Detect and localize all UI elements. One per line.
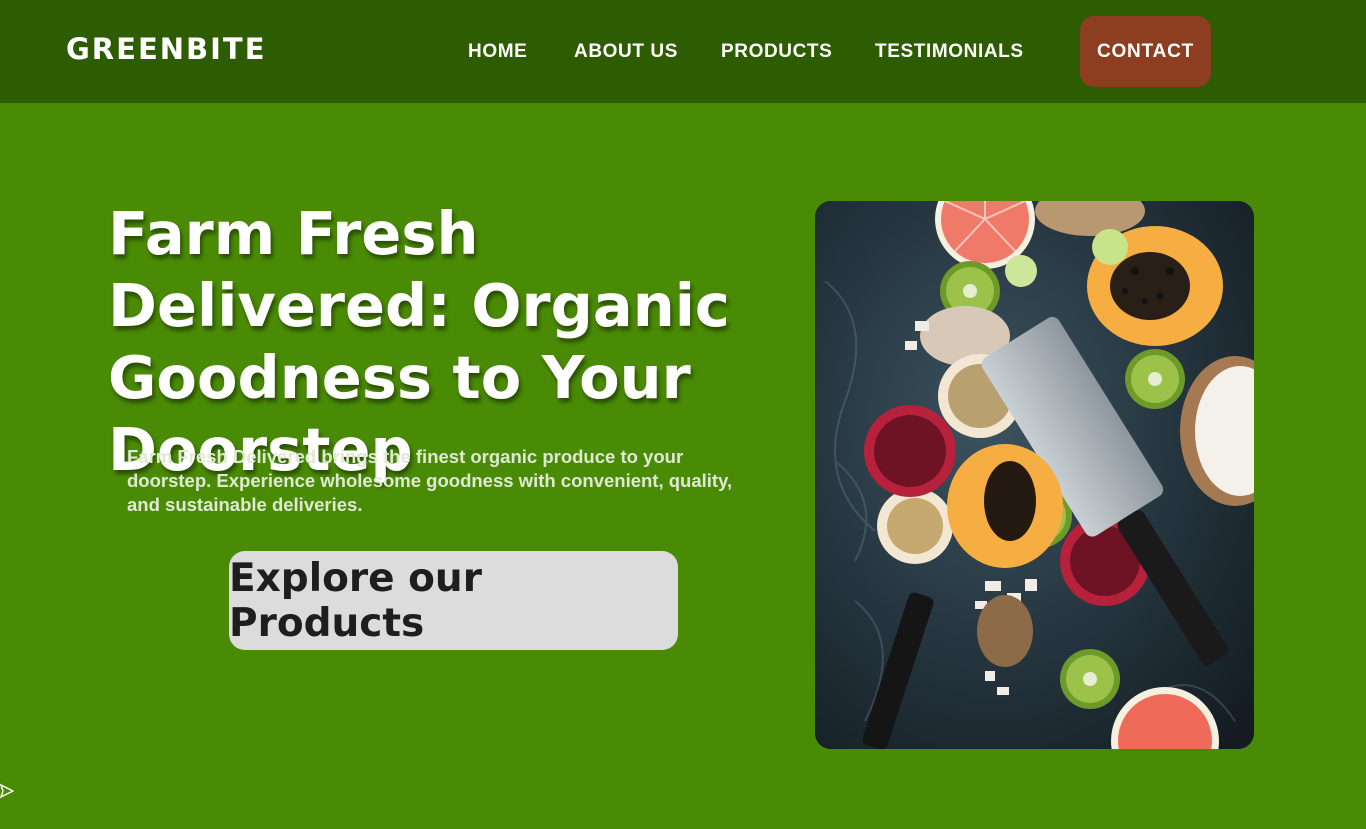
nav-about-us[interactable]: ABOUT US [574, 41, 678, 63]
nav-products[interactable]: PRODUCTS [721, 41, 832, 63]
fruit-photo-icon [815, 201, 1254, 749]
site-header: GREENBITE HOME ABOUT US PRODUCTS TESTIMO… [0, 0, 1366, 103]
nav-home[interactable]: HOME [468, 41, 527, 63]
hero-description: Farm Fresh Delivered brings the finest o… [127, 446, 733, 515]
send-icon [0, 783, 14, 799]
contact-button[interactable]: CONTACT [1080, 16, 1211, 87]
hero-headline: Farm Fresh Delivered: Organic Goodness t… [108, 199, 730, 484]
brand-logo[interactable]: GREENBITE [66, 32, 267, 66]
explore-products-button[interactable]: Explore our Products [229, 551, 678, 650]
nav-testimonials[interactable]: TESTIMONIALS [875, 41, 1024, 63]
